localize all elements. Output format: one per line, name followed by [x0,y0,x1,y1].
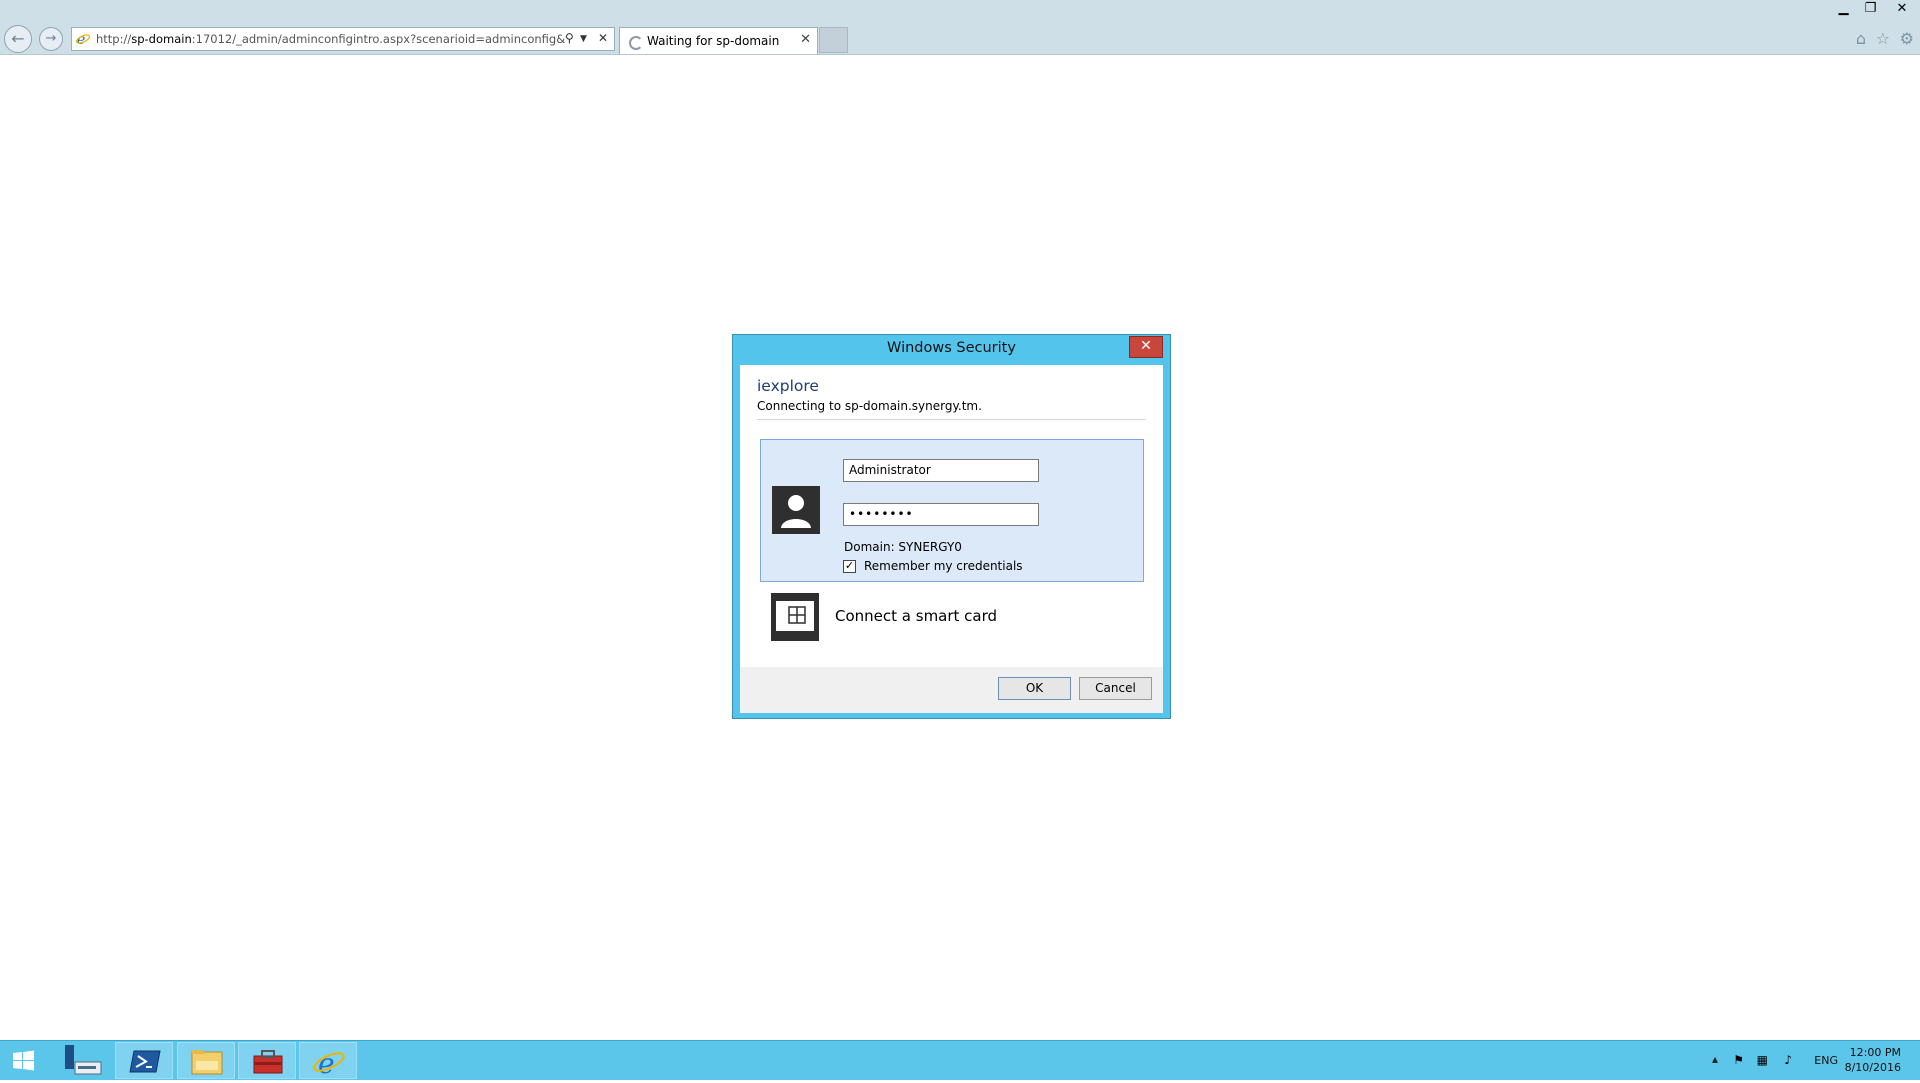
dialog-body: iexplore Connecting to sp-domain.synergy… [740,365,1163,667]
domain-label: Domain: SYNERGY0 [844,540,962,554]
taskbar: e ▴ ⚑ ▦ ♪ ENG 12:00 PM 8/10/2016 [0,1040,1920,1080]
smart-card-option[interactable]: Connect a smart card [835,607,997,625]
ok-button[interactable]: OK [998,677,1071,700]
dialog-title: Windows Security [887,340,1016,356]
browser-chrome: ← → e http://sp-domain:17012/_admin/admi… [0,0,1920,55]
internet-explorer-taskbar-button[interactable]: e [299,1042,357,1080]
show-hidden-icons-icon[interactable]: ▴ [1712,1052,1718,1066]
loading-spinner-icon [629,36,643,50]
address-dropdown-icon[interactable]: ▼ [580,34,587,44]
file-explorer-icon [191,1050,223,1075]
action-center-icon[interactable]: ⚑ [1733,1053,1744,1067]
close-window-button[interactable]: ✕ [1884,0,1920,20]
language-indicator[interactable]: ENG [1814,1054,1838,1067]
dialog-footer: OK Cancel [740,667,1163,713]
start-button[interactable] [0,1042,48,1079]
tab-title: Waiting for sp-domain [647,34,780,48]
file-explorer-taskbar-button[interactable] [177,1042,235,1079]
internet-explorer-icon: e [313,1047,345,1080]
server-manager-taskbar-button[interactable] [54,1042,112,1079]
volume-icon[interactable]: ♪ [1784,1053,1792,1067]
clock-date: 8/10/2016 [1844,1061,1901,1074]
forward-button[interactable]: → [39,27,63,51]
username-field[interactable]: Administrator [843,459,1039,482]
checkmark-icon: ✓ [844,559,855,572]
tab-waiting[interactable]: Waiting for sp-domain ✕ [619,27,818,54]
remember-credentials-checkbox[interactable]: ✓ [843,560,856,573]
new-tab-button[interactable] [819,27,848,53]
user-icon [772,486,820,534]
smart-card-icon[interactable] [771,593,819,641]
forward-icon: → [45,31,57,46]
server-manager-icon [65,1045,102,1075]
credential-tile[interactable]: Administrator •••••••• Domain: SYNERGY0 … [760,439,1144,582]
toolbox-taskbar-button[interactable] [238,1042,296,1079]
svg-text:e: e [318,1047,335,1080]
dialog-close-button[interactable]: ✕ [1129,336,1163,358]
windows-logo-icon [13,1050,34,1071]
windows-security-dialog: Windows Security ✕ iexplore Connecting t… [732,334,1171,719]
restore-button[interactable]: ❐ [1857,0,1884,20]
remember-credentials-label[interactable]: Remember my credentials [864,559,1023,573]
app-name: iexplore [757,377,819,395]
ie-icon: e [76,32,90,46]
minimize-button[interactable]: ▁ [1830,0,1857,20]
powershell-taskbar-button[interactable] [115,1042,173,1079]
home-icon[interactable]: ⌂ [1856,29,1866,48]
gear-icon[interactable]: ⚙ [1900,29,1914,48]
password-field[interactable]: •••••••• [843,503,1039,526]
close-tab-icon[interactable]: ✕ [800,32,811,47]
powershell-icon [129,1050,161,1073]
back-button[interactable]: ← [4,25,32,53]
close-icon: ✕ [1140,338,1152,354]
search-icon[interactable]: ⚲ [565,31,574,45]
refresh-stop-icon[interactable]: ✕ [598,31,608,45]
back-icon: ← [11,29,25,48]
toolbox-icon [253,1050,283,1074]
connecting-text: Connecting to sp-domain.synergy.tm. [757,399,982,413]
star-icon[interactable]: ☆ [1876,29,1890,48]
clock[interactable]: 12:00 PM 8/10/2016 [1845,1045,1901,1075]
divider [757,419,1146,420]
clock-time: 12:00 PM [1849,1046,1901,1059]
cancel-button[interactable]: Cancel [1079,677,1152,700]
url-text[interactable]: http://sp-domain:17012/_admin/adminconfi… [96,32,566,46]
address-bar[interactable]: e http://sp-domain:17012/_admin/admincon… [71,27,615,51]
network-icon[interactable]: ▦ [1757,1053,1768,1067]
